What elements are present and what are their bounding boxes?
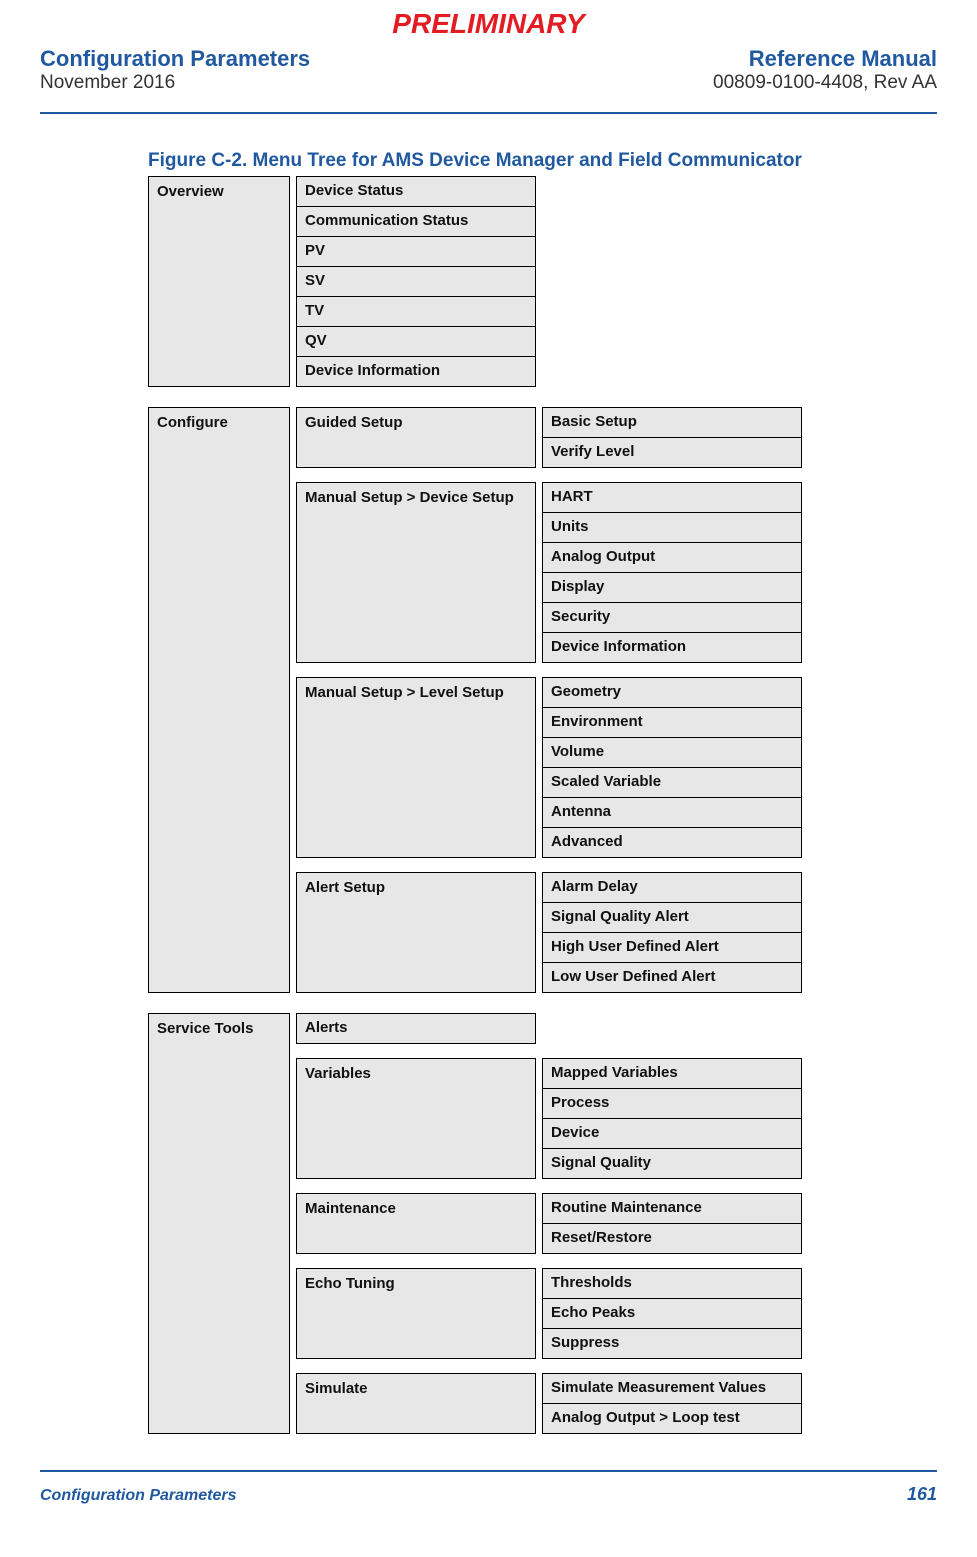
node-device-information: Device Information — [297, 357, 535, 386]
node-units: Units — [543, 513, 801, 543]
node-overview-children: Device Status Communication Status PV SV… — [296, 176, 536, 387]
node-simulate-children: Simulate Measurement Values Analog Outpu… — [542, 1373, 802, 1434]
node-basic-setup: Basic Setup — [543, 408, 801, 438]
node-echo-peaks: Echo Peaks — [543, 1299, 801, 1329]
group-variables: Variables Mapped Variables Process Devic… — [296, 1058, 937, 1179]
group-alert-setup: Alert Setup Alarm Delay Signal Quality A… — [296, 872, 937, 993]
node-alert-setup: Alert Setup — [296, 872, 536, 993]
node-variables: Variables — [296, 1058, 536, 1179]
header-left-date: November 2016 — [40, 72, 310, 94]
node-service-tools: Service Tools — [148, 1013, 290, 1434]
group-manual-device-setup: Manual Setup > Device Setup HART Units A… — [296, 482, 937, 663]
group-maintenance: Maintenance Routine Maintenance Reset/Re… — [296, 1193, 937, 1254]
node-qv: QV — [297, 327, 535, 357]
watermark-text: PRELIMINARY — [40, 0, 937, 40]
node-device-status: Device Status — [297, 177, 535, 207]
tree-row-overview: Overview Device Status Communication Sta… — [148, 176, 937, 387]
node-volume: Volume — [543, 738, 801, 768]
node-device: Device — [543, 1119, 801, 1149]
node-guided-setup: Guided Setup — [296, 407, 536, 468]
node-routine-maintenance: Routine Maintenance — [543, 1194, 801, 1224]
node-variables-children: Mapped Variables Process Device Signal Q… — [542, 1058, 802, 1179]
node-tv: TV — [297, 297, 535, 327]
node-verify-level: Verify Level — [543, 438, 801, 467]
node-manual-device-setup-children: HART Units Analog Output Display Securit… — [542, 482, 802, 663]
group-manual-level-setup: Manual Setup > Level Setup Geometry Envi… — [296, 677, 937, 858]
node-maintenance-children: Routine Maintenance Reset/Restore — [542, 1193, 802, 1254]
node-mapped-variables: Mapped Variables — [543, 1059, 801, 1089]
node-alert-setup-children: Alarm Delay Signal Quality Alert High Us… — [542, 872, 802, 993]
group-guided-setup: Guided Setup Basic Setup Verify Level — [296, 407, 937, 468]
group-simulate: Simulate Simulate Measurement Values Ana… — [296, 1373, 937, 1434]
figure-caption: Figure C-2. Menu Tree for AMS Device Man… — [148, 150, 937, 172]
node-echo-tuning-children: Thresholds Echo Peaks Suppress — [542, 1268, 802, 1359]
header-left-title: Configuration Parameters — [40, 46, 310, 72]
node-alerts-label: Alerts — [297, 1014, 535, 1043]
node-low-user-defined-alert: Low User Defined Alert — [543, 963, 801, 992]
tree-row-configure: Configure Guided Setup Basic Setup Verif… — [148, 407, 937, 993]
node-thresholds: Thresholds — [543, 1269, 801, 1299]
page-footer: Configuration Parameters 161 — [40, 1484, 937, 1505]
node-manual-level-setup-children: Geometry Environment Volume Scaled Varia… — [542, 677, 802, 858]
header-right-title: Reference Manual — [713, 46, 937, 72]
node-high-user-defined-alert: High User Defined Alert — [543, 933, 801, 963]
node-antenna: Antenna — [543, 798, 801, 828]
node-manual-level-setup: Manual Setup > Level Setup — [296, 677, 536, 858]
node-device-information-2: Device Information — [543, 633, 801, 662]
node-alarm-delay: Alarm Delay — [543, 873, 801, 903]
header-divider — [40, 112, 937, 114]
node-advanced: Advanced — [543, 828, 801, 857]
node-sv: SV — [297, 267, 535, 297]
node-geometry: Geometry — [543, 678, 801, 708]
node-echo-tuning: Echo Tuning — [296, 1268, 536, 1359]
menu-tree: Overview Device Status Communication Sta… — [148, 176, 937, 1434]
node-alerts: Alerts — [296, 1013, 536, 1044]
node-scaled-variable: Scaled Variable — [543, 768, 801, 798]
node-configure: Configure — [148, 407, 290, 993]
node-simulate: Simulate — [296, 1373, 536, 1434]
node-communication-status: Communication Status — [297, 207, 535, 237]
node-signal-quality-alert: Signal Quality Alert — [543, 903, 801, 933]
node-analog-output: Analog Output — [543, 543, 801, 573]
page-header: Configuration Parameters November 2016 R… — [40, 40, 937, 94]
footer-page-number: 161 — [907, 1484, 937, 1505]
header-right-docnum: 00809-0100-4408, Rev AA — [713, 72, 937, 94]
node-display: Display — [543, 573, 801, 603]
node-manual-device-setup: Manual Setup > Device Setup — [296, 482, 536, 663]
group-echo-tuning: Echo Tuning Thresholds Echo Peaks Suppre… — [296, 1268, 937, 1359]
node-simulate-measurement-values: Simulate Measurement Values — [543, 1374, 801, 1404]
node-reset-restore: Reset/Restore — [543, 1224, 801, 1253]
node-environment: Environment — [543, 708, 801, 738]
node-overview: Overview — [148, 176, 290, 387]
node-process: Process — [543, 1089, 801, 1119]
node-pv: PV — [297, 237, 535, 267]
node-security: Security — [543, 603, 801, 633]
tree-row-service-tools: Service Tools Alerts Variables Mapped Va… — [148, 1013, 937, 1434]
group-alerts: Alerts — [296, 1013, 937, 1044]
node-hart: HART — [543, 483, 801, 513]
node-guided-setup-children: Basic Setup Verify Level — [542, 407, 802, 468]
footer-divider — [40, 1470, 937, 1472]
footer-section-title: Configuration Parameters — [40, 1487, 236, 1505]
node-signal-quality: Signal Quality — [543, 1149, 801, 1178]
node-analog-output-loop-test: Analog Output > Loop test — [543, 1404, 801, 1433]
node-suppress: Suppress — [543, 1329, 801, 1358]
node-maintenance: Maintenance — [296, 1193, 536, 1254]
